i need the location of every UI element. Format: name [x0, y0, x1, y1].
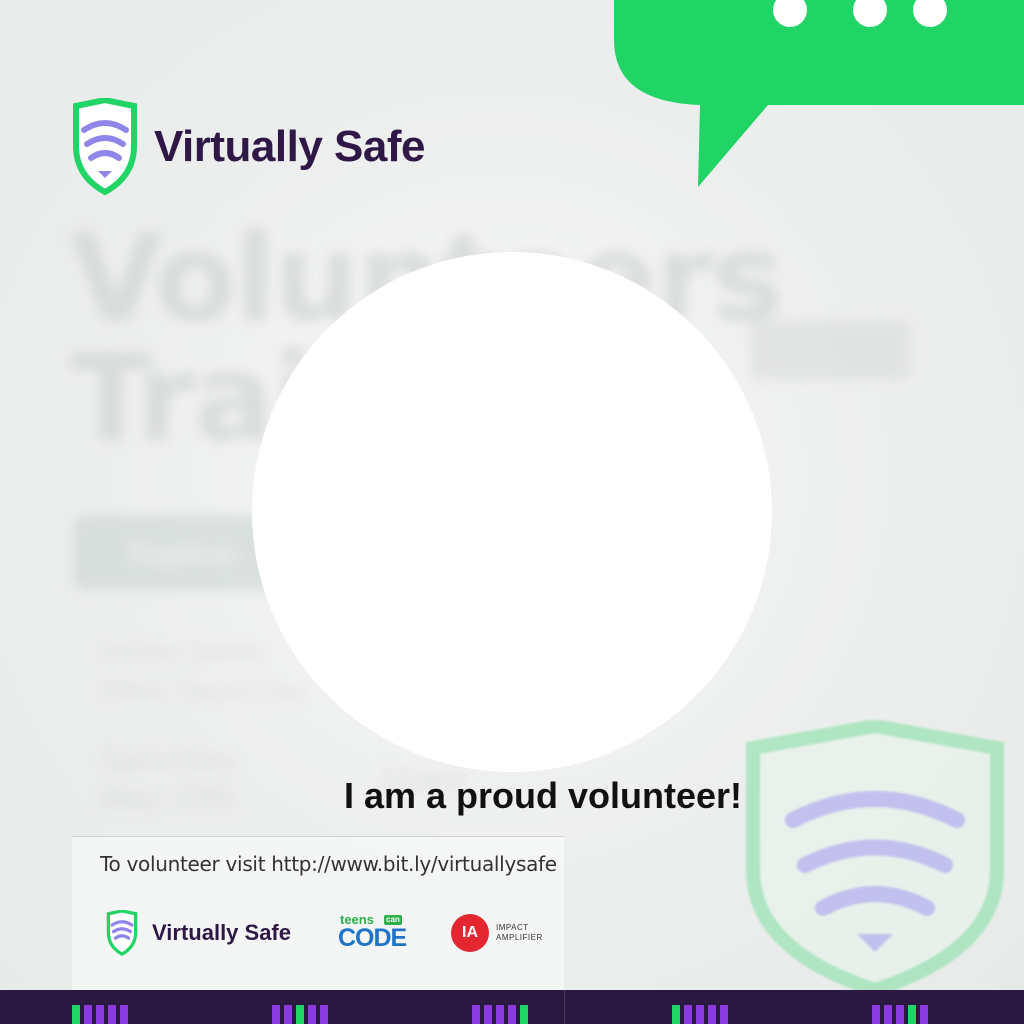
tick-mark	[896, 1005, 904, 1024]
tick-mark	[708, 1005, 716, 1024]
tick-group	[472, 1005, 528, 1024]
partner-name: Virtually Safe	[152, 920, 291, 945]
tick-mark	[696, 1005, 704, 1024]
tick-mark	[284, 1005, 292, 1024]
tick-mark	[96, 1005, 104, 1024]
shield-icon	[73, 98, 137, 196]
impact-amplifier-icon: IA	[451, 914, 489, 952]
tick-group	[272, 1005, 328, 1024]
tick-mark	[920, 1005, 928, 1024]
brand-name: Virtually Safe	[154, 122, 426, 171]
tick-group	[672, 1005, 728, 1024]
tick-mark	[308, 1005, 316, 1024]
tick-mark	[520, 1005, 528, 1024]
photo-placeholder-circle[interactable]	[252, 252, 772, 772]
tick-mark	[684, 1005, 692, 1024]
tick-mark	[72, 1005, 80, 1024]
tick-mark	[272, 1005, 280, 1024]
partner-impact-amplifier: IMPACT AMPLIFIER	[496, 923, 543, 942]
blurred-bullet: Online Safety	[100, 636, 267, 666]
tick-group	[72, 1005, 128, 1024]
blurred-pill-label: Topics:	[125, 535, 244, 573]
tick-mark	[508, 1005, 516, 1024]
tick-mark	[720, 1005, 728, 1024]
tick-mark	[908, 1005, 916, 1024]
volunteer-link-text[interactable]: To volunteer visit http://www.bit.ly/vir…	[100, 852, 557, 876]
tcc-code: CODE	[338, 924, 407, 952]
brand-logo: Virtually Safe	[70, 98, 426, 196]
tick-mark	[120, 1005, 128, 1024]
tick-mark	[672, 1005, 680, 1024]
tick-mark	[108, 1005, 116, 1024]
tick-mark	[472, 1005, 480, 1024]
tick-mark	[320, 1005, 328, 1024]
tick-mark	[484, 1005, 492, 1024]
tick-mark	[296, 1005, 304, 1024]
blurred-bullet: Other Teens Can	[100, 676, 307, 706]
tick-mark	[884, 1005, 892, 1024]
tick-mark	[84, 1005, 92, 1024]
headline: I am a proud volunteer!	[343, 775, 743, 816]
tick-group	[872, 1005, 928, 1024]
shield-icon	[106, 910, 138, 956]
partner-virtually-safe: Virtually Safe	[100, 910, 291, 956]
tick-mark	[496, 1005, 504, 1024]
shield-icon	[746, 720, 1004, 998]
partner-teens-can-code: teens can CODE	[338, 912, 414, 952]
tick-mark	[872, 1005, 880, 1024]
blurred-box	[750, 320, 910, 380]
